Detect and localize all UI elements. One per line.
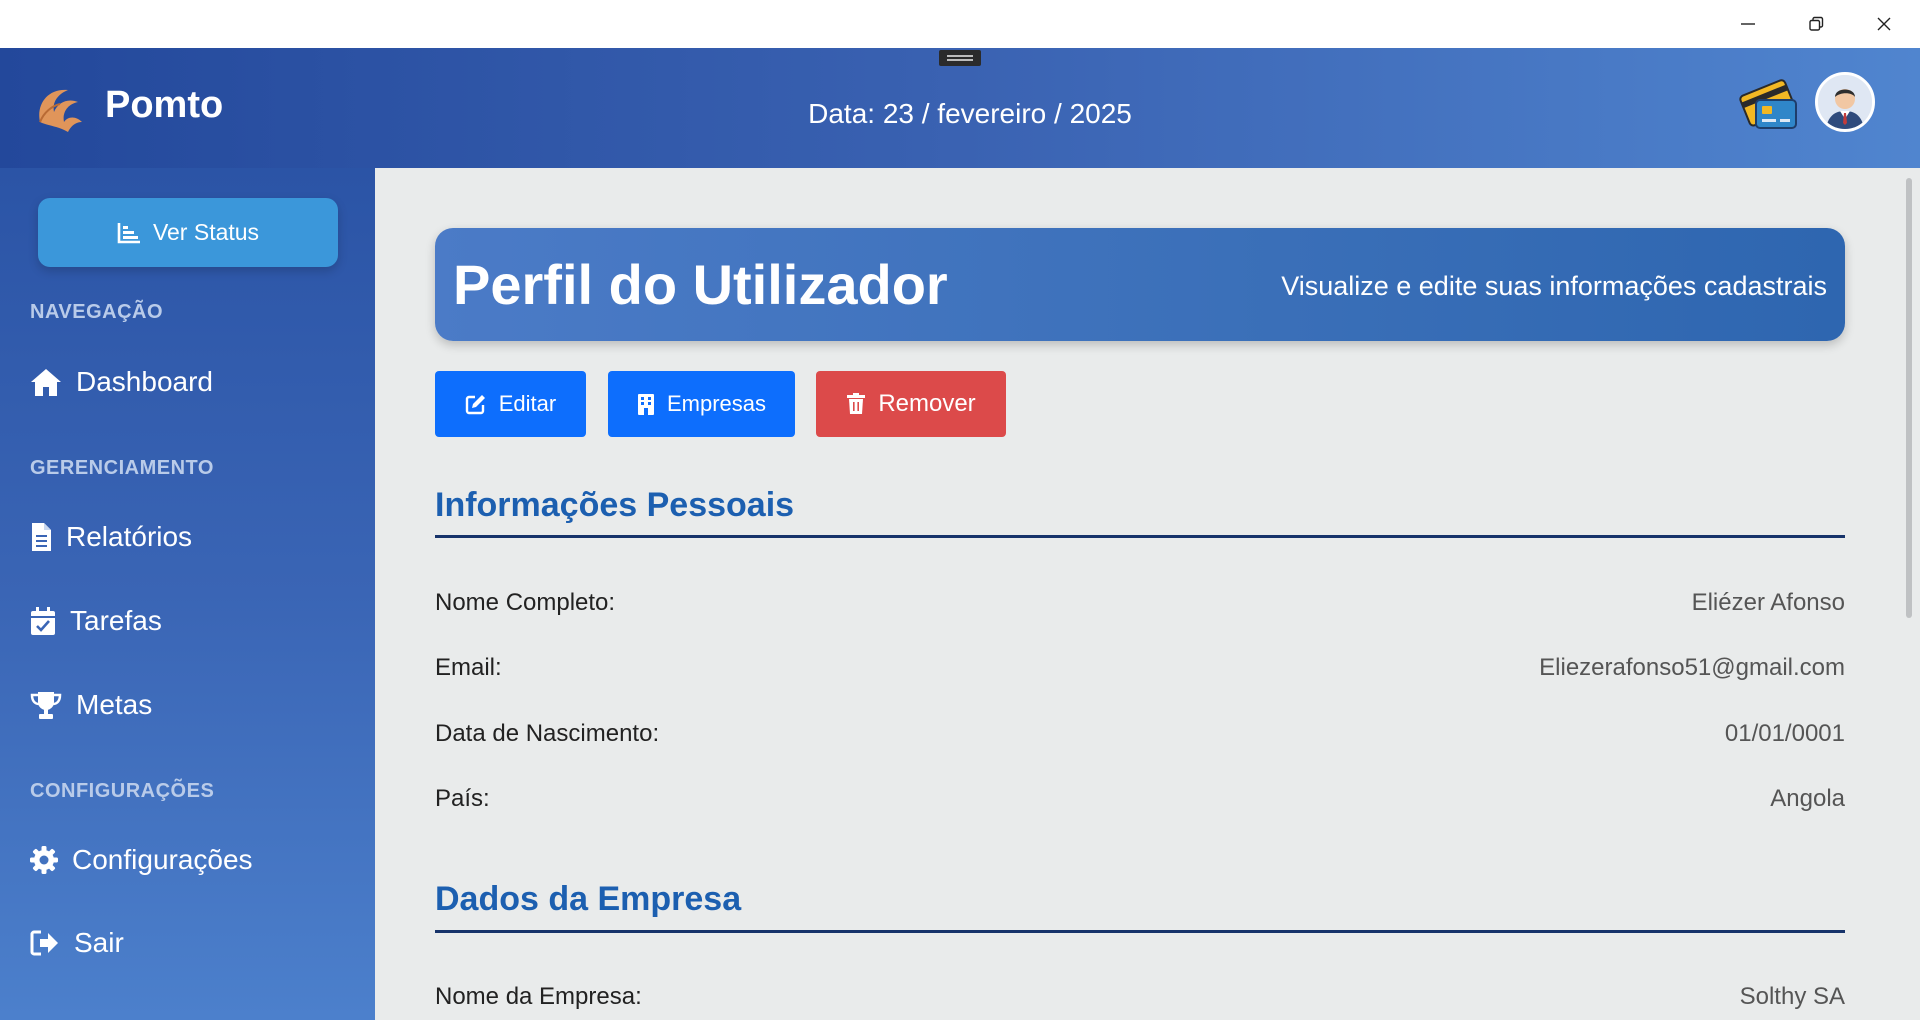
- sidebar-item-label: Configurações: [72, 844, 253, 875]
- sidebar-item-label: Dashboard: [76, 366, 213, 397]
- trash-icon: [847, 393, 866, 414]
- calendar-check-icon: [31, 607, 55, 635]
- remove-label: Remover: [878, 390, 976, 417]
- section-settings: CONFIGURAÇÕES: [30, 780, 215, 802]
- document-icon: [32, 523, 51, 551]
- remove-button[interactable]: Remover: [816, 371, 1006, 437]
- birthdate-label: Data de Nascimento:: [435, 720, 660, 747]
- page-subtitle: Visualize e edite suas informações cadas…: [1281, 271, 1827, 301]
- section-management: GERENCIAMENTO: [30, 457, 214, 479]
- edit-label: Editar: [498, 391, 557, 416]
- restore-icon: [1809, 16, 1824, 31]
- app-header: Pomto Data: 23 / fevereiro / 2025: [0, 48, 1920, 168]
- country-value: Angola: [1770, 785, 1845, 812]
- sidebar-item-label: Relatórios: [66, 521, 193, 552]
- section-divider: [435, 535, 1845, 538]
- sidebar-item-reports[interactable]: Relatórios: [30, 517, 192, 557]
- user-avatar[interactable]: [1815, 72, 1875, 132]
- sidebar-item-label: Sair: [74, 927, 124, 958]
- gear-icon: [30, 846, 58, 874]
- window-titlebar: [0, 0, 1920, 48]
- company-info-title: Dados da Empresa: [435, 880, 742, 918]
- personal-info-title: Informações Pessoais: [435, 486, 795, 524]
- chart-icon: [117, 222, 140, 243]
- sidebar-item-dashboard[interactable]: Dashboard: [30, 362, 213, 402]
- sidebar-item-logout[interactable]: Sair: [30, 923, 124, 963]
- companies-label: Empresas: [666, 391, 767, 416]
- sidebar-item-goals[interactable]: Metas: [30, 685, 152, 725]
- email-value: Eliezerafonso51@gmail.com: [1539, 654, 1845, 681]
- restore-button[interactable]: [1782, 0, 1850, 48]
- sidebar-item-label: Tarefas: [70, 605, 162, 636]
- logo-icon: [39, 89, 82, 132]
- edit-icon: [465, 395, 485, 415]
- sidebar: Ver Status NAVEGAÇÃO Dashboard GERENCIAM…: [0, 168, 375, 1020]
- edit-button[interactable]: Editar: [435, 371, 586, 437]
- building-icon: [637, 394, 654, 415]
- company-name-label: Nome da Empresa:: [435, 983, 642, 1010]
- view-status-label: Ver Status: [152, 219, 260, 245]
- current-date: Data: 23 / fevereiro / 2025: [808, 98, 1132, 129]
- drag-handle[interactable]: [939, 50, 981, 66]
- profile-banner: Perfil do Utilizador Visualize e edite s…: [435, 228, 1845, 341]
- company-name-value: Solthy SA: [1739, 983, 1845, 1010]
- credit-card-icon[interactable]: [1738, 72, 1802, 136]
- birthdate-value: 01/01/0001: [1724, 720, 1845, 747]
- country-label: País:: [435, 785, 490, 812]
- companies-button[interactable]: Empresas: [608, 371, 795, 437]
- section-navigation: NAVEGAÇÃO: [30, 301, 164, 323]
- email-label: Email:: [435, 654, 502, 681]
- app-brand: Pomto: [105, 84, 224, 126]
- minimize-button[interactable]: [1714, 0, 1782, 48]
- close-button[interactable]: [1850, 0, 1918, 48]
- minimize-icon: [1741, 23, 1755, 25]
- sidebar-item-settings[interactable]: Configurações: [30, 840, 253, 880]
- trophy-icon: [30, 692, 62, 719]
- home-icon: [31, 369, 61, 396]
- close-icon: [1877, 17, 1891, 31]
- full-name-value: Eliézer Afonso: [1691, 589, 1845, 616]
- section-divider: [435, 930, 1845, 933]
- page-title: Perfil do Utilizador: [453, 253, 948, 316]
- full-name-label: Nome Completo:: [435, 589, 616, 616]
- scrollbar[interactable]: [1906, 178, 1912, 618]
- logout-icon: [30, 930, 58, 956]
- sidebar-item-label: Metas: [76, 689, 153, 720]
- user-icon: [1818, 75, 1872, 129]
- view-status-button[interactable]: Ver Status: [38, 198, 338, 267]
- main-content: Perfil do Utilizador Visualize e edite s…: [375, 168, 1920, 1020]
- sidebar-item-tasks[interactable]: Tarefas: [30, 601, 162, 641]
